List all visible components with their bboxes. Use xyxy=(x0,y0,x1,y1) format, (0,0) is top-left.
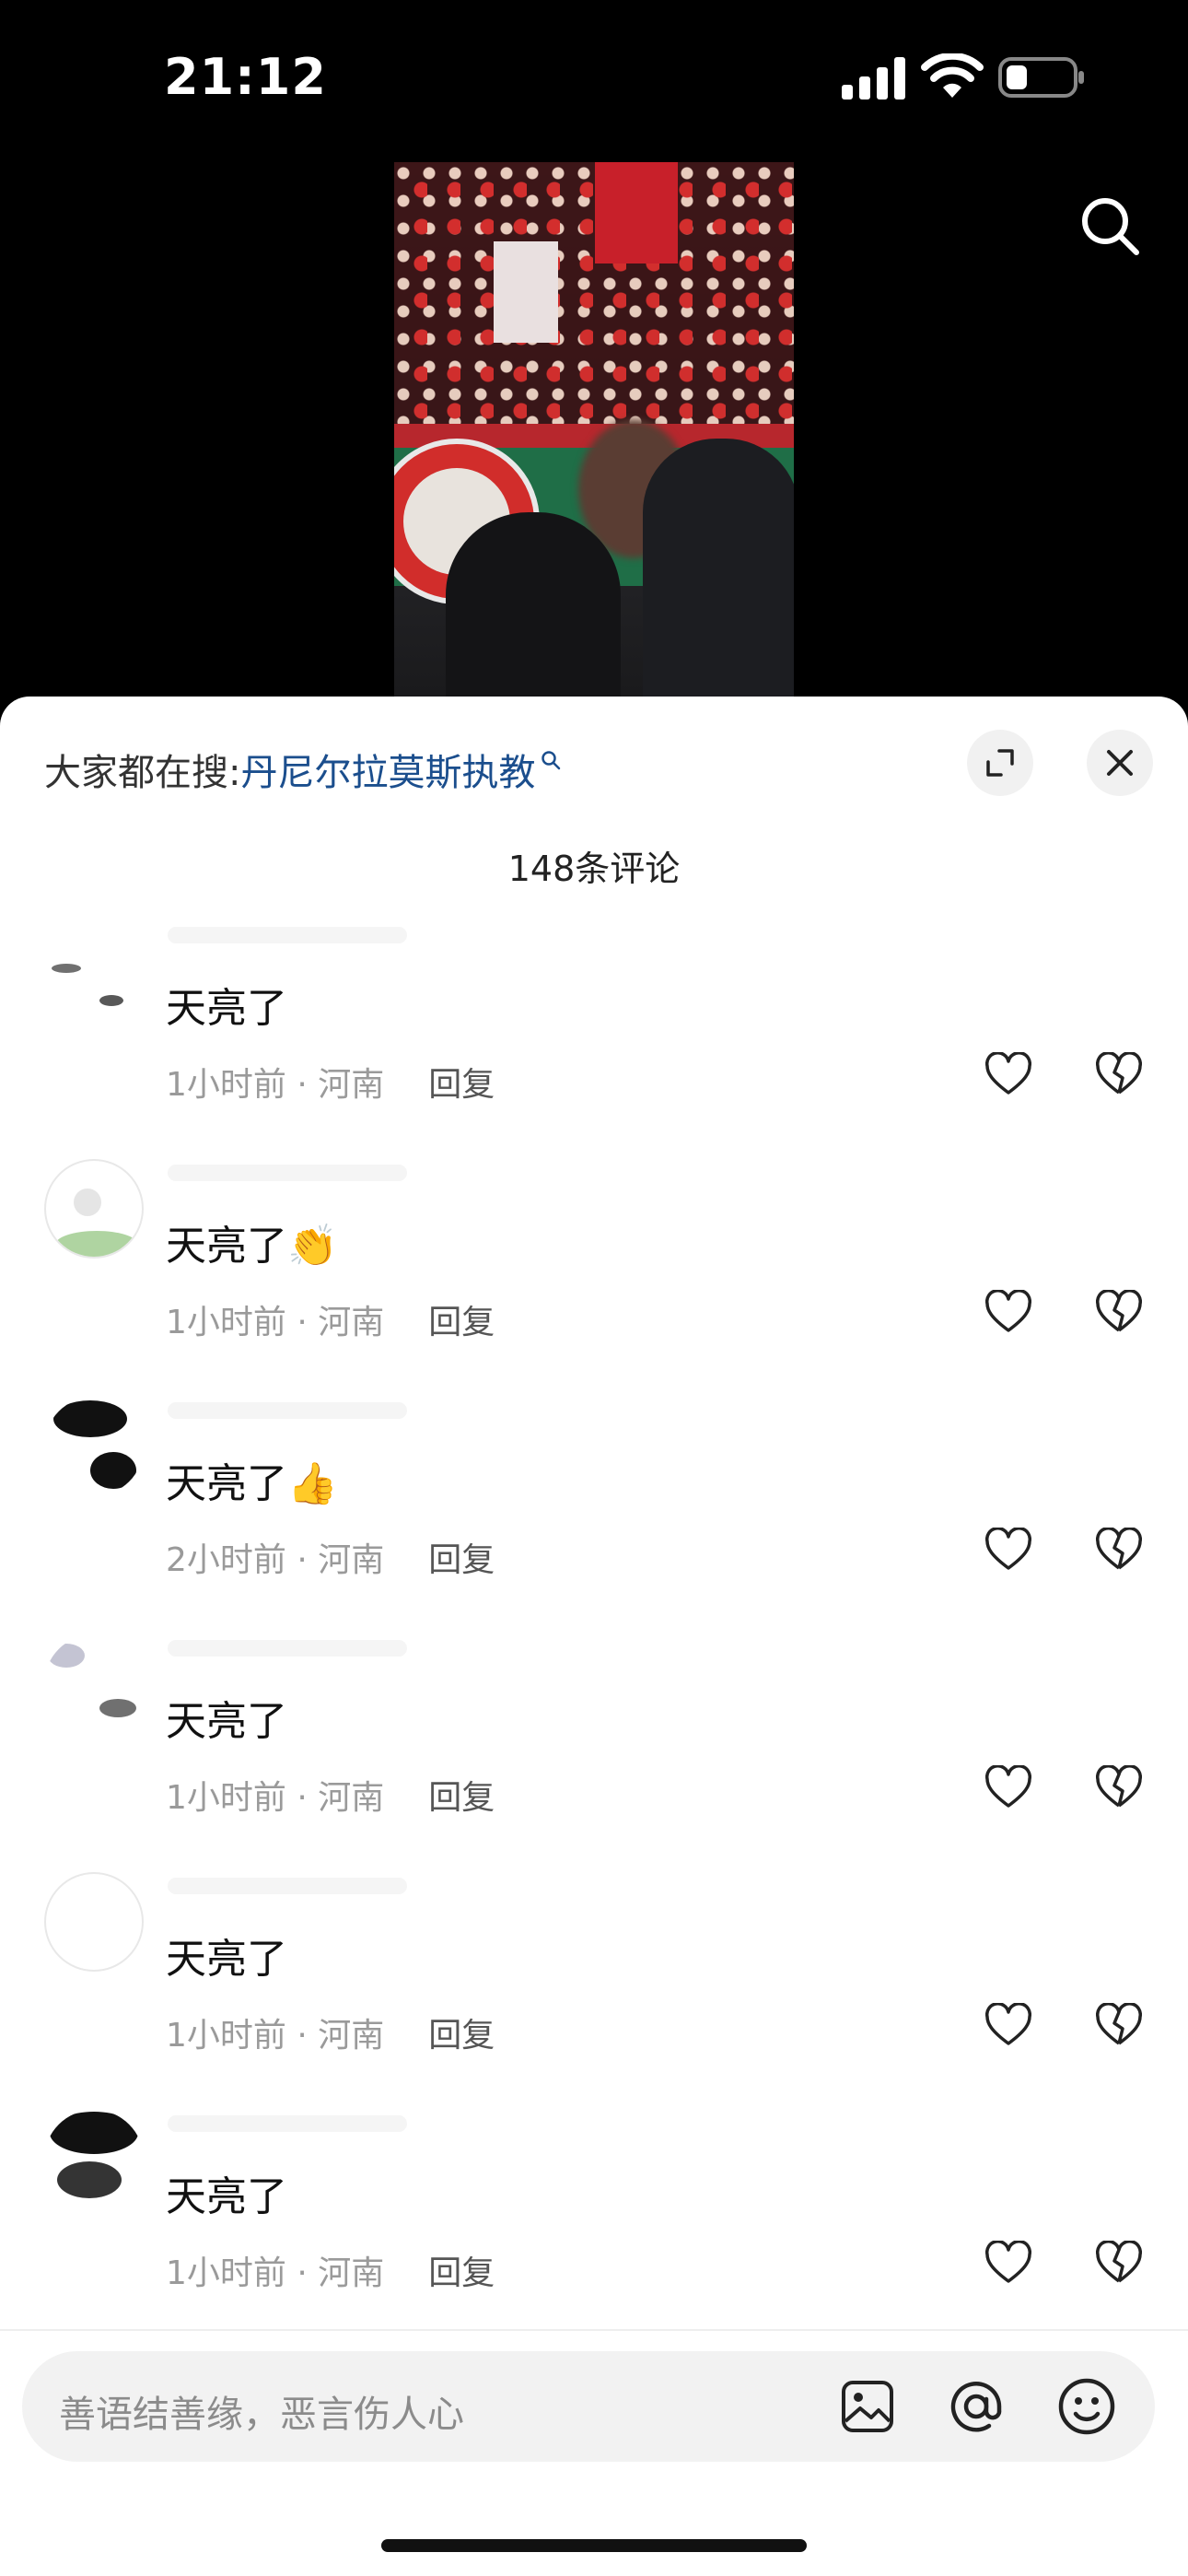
trending-search[interactable]: 大家都在搜:丹尼尔拉莫斯执教 xyxy=(44,743,561,796)
comment-item: 天亮了 1小时前 · 河南 回复 xyxy=(0,1634,1188,1872)
username[interactable] xyxy=(168,1878,407,1894)
heart-icon[interactable] xyxy=(985,1052,1031,1098)
username[interactable] xyxy=(168,1640,407,1657)
comment-input[interactable]: 善语结善缘，恶言伤人心 xyxy=(22,2351,1155,2462)
battery-icon xyxy=(998,57,1084,98)
comment-meta: 1小时前 · 河南 回复 xyxy=(166,1066,495,1104)
comment-meta: 1小时前 · 河南 回复 xyxy=(166,2254,495,2292)
close-icon xyxy=(1107,750,1133,776)
reply-button[interactable]: 回复 xyxy=(428,1304,495,1341)
close-button[interactable] xyxy=(1087,730,1153,796)
divider xyxy=(0,2329,1188,2331)
search-icon xyxy=(542,751,561,770)
comment-item: 天亮了 1小时前 · 河南 回复 xyxy=(0,921,1188,1159)
comment-meta: 1小时前 · 河南 回复 xyxy=(166,1779,495,1817)
comment-text: 天亮了 xyxy=(166,985,287,1032)
heart-icon[interactable] xyxy=(985,2241,1031,2287)
comment-meta: 2小时前 · 河南 回复 xyxy=(166,1541,495,1579)
status-time: 21:12 xyxy=(164,48,327,106)
comment-sheet: 大家都在搜:丹尼尔拉莫斯执教 148条评论 天亮了 1小时前 · 河南 回复 天… xyxy=(0,697,1188,2576)
person-silhouette xyxy=(643,439,794,697)
comment-meta: 1小时前 · 河南 回复 xyxy=(166,2017,495,2055)
comment-text: 天亮了 xyxy=(166,1936,287,1983)
signal-icon xyxy=(842,57,905,100)
username[interactable] xyxy=(168,1402,407,1419)
expand-icon xyxy=(986,749,1014,777)
broken-heart-icon[interactable] xyxy=(1096,1528,1142,1574)
fan-banner xyxy=(595,162,678,263)
username[interactable] xyxy=(168,1165,407,1181)
avatar[interactable] xyxy=(44,1634,144,1734)
broken-heart-icon[interactable] xyxy=(1096,2003,1142,2049)
avatar[interactable] xyxy=(44,921,144,1021)
broken-heart-icon[interactable] xyxy=(1096,2241,1142,2287)
comment-count: 148条评论 xyxy=(507,849,681,889)
trending-query-link[interactable]: 丹尼尔拉莫斯执教 xyxy=(240,752,535,794)
reply-button[interactable]: 回复 xyxy=(428,1066,495,1104)
reply-button[interactable]: 回复 xyxy=(428,1779,495,1817)
comment-text: 天亮了 xyxy=(166,2173,287,2220)
status-bar: 21:12 xyxy=(0,0,1188,157)
avatar[interactable] xyxy=(44,1397,144,1496)
broken-heart-icon[interactable] xyxy=(1096,1052,1142,1098)
username[interactable] xyxy=(168,2115,407,2132)
comment-item: 天亮了👍 2小时前 · 河南 回复 xyxy=(0,1397,1188,1634)
reply-button[interactable]: 回复 xyxy=(428,2254,495,2292)
broken-heart-icon[interactable] xyxy=(1096,1290,1142,1336)
avatar[interactable] xyxy=(44,2110,144,2209)
comment-text: 天亮了 xyxy=(166,1698,287,1745)
heart-icon[interactable] xyxy=(985,1528,1031,1574)
fan-banner xyxy=(494,241,558,343)
comment-item: 天亮了👏 1小时前 · 河南 回复 xyxy=(0,1159,1188,1397)
reply-button[interactable]: 回复 xyxy=(428,2017,495,2055)
stadium-crowd xyxy=(394,162,794,439)
image-icon[interactable] xyxy=(840,2379,895,2434)
broken-heart-icon[interactable] xyxy=(1096,1765,1142,1811)
username[interactable] xyxy=(168,927,407,943)
heart-icon[interactable] xyxy=(985,2003,1031,2049)
comment-meta: 1小时前 · 河南 回复 xyxy=(166,1304,495,1341)
home-indicator xyxy=(381,2539,807,2552)
wifi-icon xyxy=(921,53,984,98)
heart-icon[interactable] xyxy=(985,1765,1031,1811)
comment-item: 天亮了 1小时前 · 河南 回复 xyxy=(0,1872,1188,2110)
video-thumbnail[interactable] xyxy=(394,162,794,697)
comment-input-placeholder: 善语结善缘，恶言伤人心 xyxy=(59,2394,464,2436)
comment-text: 天亮了👍 xyxy=(166,1460,338,1507)
person-silhouette xyxy=(446,512,621,697)
comment-text: 天亮了👏 xyxy=(166,1223,338,1270)
search-icon[interactable] xyxy=(1077,193,1142,258)
reply-button[interactable]: 回复 xyxy=(428,1541,495,1579)
comment-item: 天亮了 1小时前 · 河南 回复 xyxy=(0,2110,1188,2348)
avatar[interactable] xyxy=(44,1872,144,1972)
heart-icon[interactable] xyxy=(985,1290,1031,1336)
at-icon[interactable] xyxy=(947,2377,1006,2436)
expand-button[interactable] xyxy=(967,730,1033,796)
trending-prefix: 大家都在搜: xyxy=(44,752,241,794)
emoji-icon[interactable] xyxy=(1057,2377,1116,2436)
avatar[interactable] xyxy=(44,1159,144,1259)
